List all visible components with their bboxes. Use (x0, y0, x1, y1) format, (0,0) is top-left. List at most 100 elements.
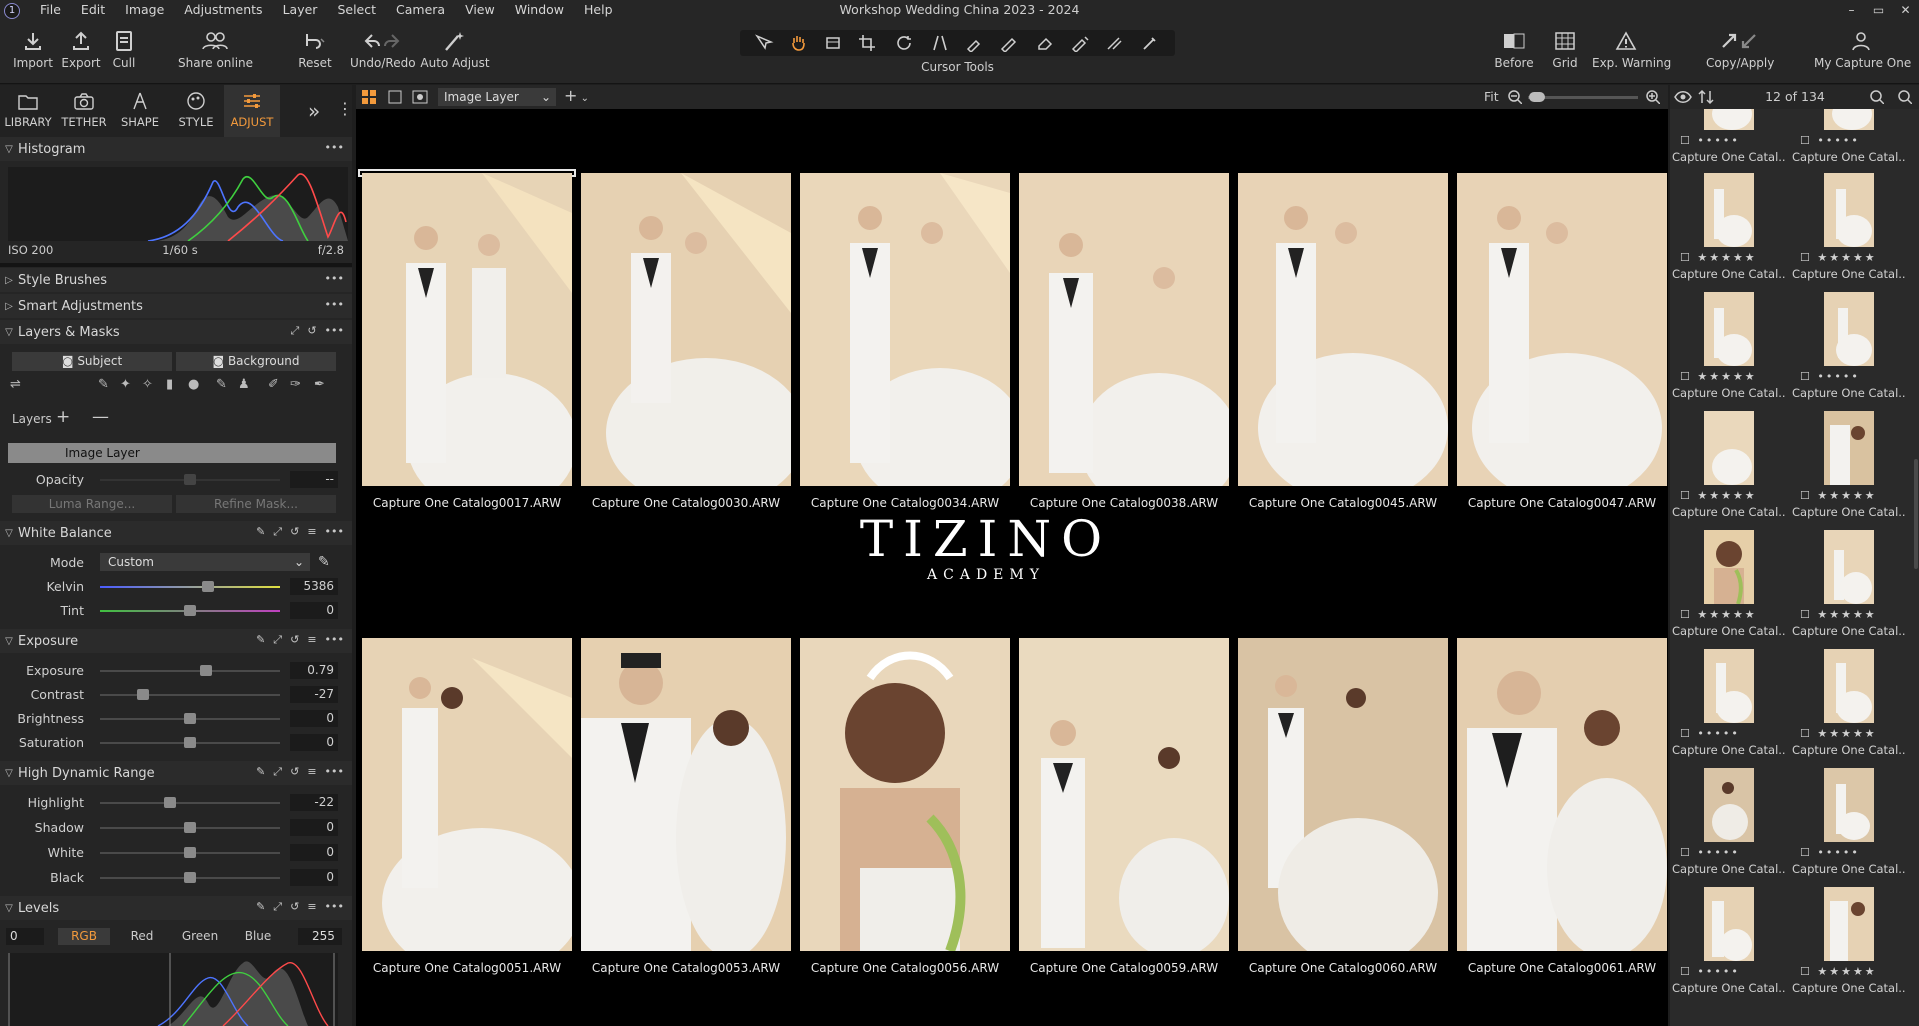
smart-adjustments-header[interactable]: ▷ Smart Adjustments ••• (0, 294, 352, 318)
menu-image[interactable]: Image (115, 0, 174, 22)
zoom-slider-knob[interactable] (1529, 92, 1545, 102)
layers-masks-header[interactable]: ▽ Layers & Masks ⤢ ↺ ••• (0, 320, 352, 344)
spot-removal-icon[interactable] (964, 34, 986, 52)
crop-icon[interactable] (858, 34, 880, 52)
more-icon[interactable]: ••• (325, 900, 344, 914)
levels-channel-green[interactable]: Green (174, 928, 226, 945)
eye-icon[interactable] (1674, 90, 1692, 104)
browser-item[interactable]: ☐ ★★★★★ Capture One Catal... (1670, 411, 1788, 530)
more-tabs-icon[interactable]: » (308, 99, 320, 123)
tabs-menu-icon[interactable]: ⋮ (337, 99, 352, 118)
histogram-header[interactable]: ▽ Histogram ••• (0, 137, 352, 161)
erase-ai-icon[interactable]: ✒ (314, 377, 325, 392)
exposure-slider-knob[interactable] (200, 665, 213, 676)
brush-icon[interactable] (999, 34, 1021, 52)
menu-select[interactable]: Select (327, 0, 386, 22)
tab-tether[interactable]: TETHER (56, 85, 112, 137)
white-slider-knob[interactable] (184, 847, 196, 858)
magic-brush-icon[interactable]: ✦ (120, 377, 131, 392)
picker-icon[interactable]: ✎ (256, 525, 265, 539)
highlight-slider-track[interactable] (100, 802, 280, 804)
presets-icon[interactable]: ≡ (307, 900, 316, 914)
opacity-slider-knob[interactable] (184, 474, 196, 485)
expand-icon[interactable]: ⤢ (273, 900, 282, 914)
levels-channel-blue[interactable]: Blue (232, 928, 284, 945)
exposure-value[interactable]: 0.79 (290, 662, 338, 679)
highlight-slider-knob[interactable] (164, 797, 177, 808)
reset-icon[interactable]: ↺ (307, 324, 316, 338)
contrast-value[interactable]: -27 (290, 686, 338, 703)
menu-window[interactable]: Window (505, 0, 574, 22)
presets-icon[interactable]: ≡ (307, 765, 316, 779)
rating-stars[interactable]: ☐ ★★★★★ (1800, 608, 1908, 621)
exposure-slider-track[interactable] (100, 670, 280, 672)
layer-item-image-layer[interactable]: Image Layer (8, 443, 336, 463)
sort-icon[interactable] (1698, 89, 1714, 105)
auto-adjust-button[interactable]: Auto Adjust (420, 26, 490, 70)
background-button[interactable]: ◙ Background (176, 352, 336, 371)
levels-high-input[interactable]: 255 (298, 928, 342, 945)
browser-item[interactable]: ☐ ★★★★★ Capture One Catal... (1670, 292, 1788, 411)
browser-item[interactable]: ☐ ••••• Capture One Catal... (1790, 109, 1908, 173)
expand-icon[interactable]: ⤢ (273, 525, 282, 539)
grid-view-icon[interactable] (362, 90, 376, 104)
settings-icon[interactable]: ⇌ (10, 377, 21, 392)
select-arrow-icon[interactable] (753, 34, 775, 52)
levels-channel-rgb[interactable]: RGB (58, 928, 110, 945)
wb-mode-select[interactable]: Custom ⌄ (100, 553, 310, 571)
browser-item[interactable]: ☐ ••••• Capture One Catal... (1670, 768, 1788, 887)
kelvin-slider-track[interactable] (100, 586, 280, 588)
more-icon[interactable]: ••• (325, 272, 344, 285)
opacity-value[interactable]: -- (290, 471, 338, 488)
erase-mask-icon[interactable]: ✐ (268, 377, 279, 392)
brightness-slider-knob[interactable] (184, 713, 196, 724)
zoom-out-icon[interactable] (1508, 90, 1522, 104)
eye-view-icon[interactable] (412, 90, 428, 104)
rating-stars[interactable]: ☐ ★★★★★ (1680, 489, 1788, 502)
picker-icon[interactable]: ✎ (256, 900, 265, 914)
tab-style[interactable]: STYLE (168, 85, 224, 137)
reset-icon[interactable]: ↺ (290, 525, 299, 539)
rating-stars[interactable]: ☐ ••••• (1680, 965, 1788, 978)
grid-button[interactable]: Grid (1548, 26, 1582, 70)
reset-button[interactable]: Reset (296, 26, 334, 70)
cull-button[interactable]: Cull (108, 26, 140, 70)
shadow-slider-knob[interactable] (184, 822, 196, 833)
single-view-icon[interactable] (388, 90, 402, 104)
saturation-slider-knob[interactable] (184, 737, 196, 748)
eraser-icon[interactable] (1035, 34, 1057, 52)
more-icon[interactable]: ••• (325, 298, 344, 311)
contrast-slider-knob[interactable] (137, 689, 150, 700)
exposure-warning-button[interactable]: Exp. Warning (1592, 26, 1671, 70)
picker-icon[interactable] (1140, 34, 1162, 52)
zoom-in-icon[interactable] (1646, 90, 1660, 104)
export-button[interactable]: Export (60, 26, 102, 70)
rating-stars[interactable]: ☐ ★★★★★ (1800, 965, 1908, 978)
white-value[interactable]: 0 (290, 844, 338, 861)
reset-icon[interactable]: ↺ (290, 633, 299, 647)
maximize-button[interactable]: ▭ (1865, 0, 1892, 22)
saturation-value[interactable]: 0 (290, 734, 338, 751)
wb-picker-icon[interactable]: ✎ (318, 554, 330, 570)
shadow-value[interactable]: 0 (290, 819, 338, 836)
browser-item[interactable]: ☐ ★★★★★ Capture One Catal... (1790, 530, 1908, 649)
expand-icon[interactable]: ⤢ (291, 324, 300, 338)
clone-icon[interactable]: ♟ (238, 377, 250, 392)
import-button[interactable]: Import (12, 26, 54, 70)
tab-library[interactable]: LIBRARY (0, 85, 56, 137)
tab-shape[interactable]: SHAPE (112, 85, 168, 137)
style-brushes-header[interactable]: ▷ Style Brushes ••• (0, 268, 352, 292)
rating-stars[interactable]: ☐ ••••• (1680, 846, 1788, 859)
mask-brush-icon[interactable] (1070, 34, 1092, 52)
rating-stars[interactable]: ☐ ••••• (1800, 370, 1908, 383)
share-online-button[interactable]: Share online (178, 26, 253, 70)
ai-brush-icon[interactable]: ✧ (142, 377, 153, 392)
expand-icon[interactable]: ⤢ (273, 765, 282, 779)
copy-apply-button[interactable]: Copy/Apply (1706, 26, 1774, 70)
add-layer-icon[interactable]: + (56, 407, 70, 427)
radial-gradient-icon[interactable]: ● (188, 377, 199, 392)
menu-file[interactable]: File (30, 0, 71, 22)
presets-icon[interactable]: ≡ (307, 633, 316, 647)
subject-button[interactable]: ◙ Subject (12, 352, 172, 371)
browser-item[interactable]: ☐ ••••• Capture One Catal... (1790, 768, 1908, 887)
